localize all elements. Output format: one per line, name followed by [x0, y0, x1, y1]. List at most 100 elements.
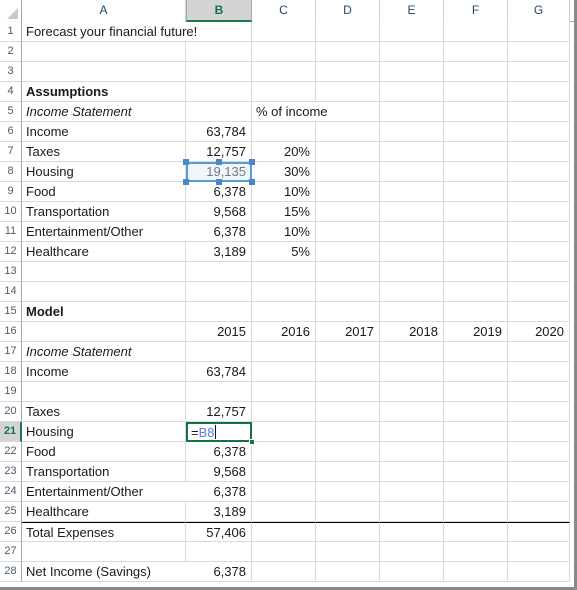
cell-B19[interactable] — [186, 382, 252, 402]
cell-G17[interactable] — [508, 342, 570, 362]
cell-A14[interactable] — [22, 282, 186, 302]
cell-E19[interactable] — [380, 382, 444, 402]
cell-G22[interactable] — [508, 442, 570, 462]
cell-B25[interactable]: 3,189 — [186, 502, 252, 522]
cell-B4[interactable] — [186, 82, 252, 102]
cell-F6[interactable] — [444, 122, 508, 142]
cell-C16[interactable]: 2016 — [252, 322, 316, 342]
cell-E16[interactable]: 2018 — [380, 322, 444, 342]
cell-F14[interactable] — [444, 282, 508, 302]
cell-E5[interactable] — [380, 102, 444, 122]
row-header-10[interactable]: 10 — [0, 202, 22, 222]
cell-D1[interactable] — [316, 22, 380, 42]
selection-handle-bottom-center[interactable] — [216, 179, 222, 185]
cell-C10[interactable]: 15% — [252, 202, 316, 222]
cell-D24[interactable] — [316, 482, 380, 502]
cell-G8[interactable] — [508, 162, 570, 182]
cell-E6[interactable] — [380, 122, 444, 142]
cell-F7[interactable] — [444, 142, 508, 162]
cell-F4[interactable] — [444, 82, 508, 102]
cell-B6[interactable]: 63,784 — [186, 122, 252, 142]
cell-F2[interactable] — [444, 42, 508, 62]
cell-B23[interactable]: 9,568 — [186, 462, 252, 482]
cell-E8[interactable] — [380, 162, 444, 182]
row-header-24[interactable]: 24 — [0, 482, 22, 502]
row-header-2[interactable]: 2 — [0, 42, 22, 62]
cell-C1[interactable] — [252, 22, 316, 42]
row-header-22[interactable]: 22 — [0, 442, 22, 462]
cell-D21[interactable] — [316, 422, 380, 442]
row-header-5[interactable]: 5 — [0, 102, 22, 122]
cell-E12[interactable] — [380, 242, 444, 262]
cell-G24[interactable] — [508, 482, 570, 502]
cell-E21[interactable] — [380, 422, 444, 442]
column-header-e[interactable]: E — [380, 0, 444, 22]
row-header-18[interactable]: 18 — [0, 362, 22, 382]
cell-C3[interactable] — [252, 62, 316, 82]
row-header-7[interactable]: 7 — [0, 142, 22, 162]
cell-E4[interactable] — [380, 82, 444, 102]
cell-D2[interactable] — [316, 42, 380, 62]
cell-D16[interactable]: 2017 — [316, 322, 380, 342]
cell-C13[interactable] — [252, 262, 316, 282]
selection-handle-top-center[interactable] — [216, 159, 222, 165]
cell-G1[interactable] — [508, 22, 570, 42]
cell-A19[interactable] — [22, 382, 186, 402]
cell-G4[interactable] — [508, 82, 570, 102]
cell-C21[interactable] — [252, 422, 316, 442]
cell-D7[interactable] — [316, 142, 380, 162]
cell-C2[interactable] — [252, 42, 316, 62]
cell-F5[interactable] — [444, 102, 508, 122]
row-header-9[interactable]: 9 — [0, 182, 22, 202]
cell-F23[interactable] — [444, 462, 508, 482]
cell-C6[interactable] — [252, 122, 316, 142]
cell-A17[interactable]: Income Statement — [22, 342, 186, 362]
cell-C25[interactable] — [252, 502, 316, 522]
cell-A26[interactable]: Total Expenses — [22, 522, 186, 542]
cell-E26[interactable] — [380, 522, 444, 542]
cell-C11[interactable]: 10% — [252, 222, 316, 242]
formula-edit-cell-B21[interactable]: =B8 — [186, 422, 252, 442]
row-header-20[interactable]: 20 — [0, 402, 22, 422]
cell-C9[interactable]: 10% — [252, 182, 316, 202]
cell-F22[interactable] — [444, 442, 508, 462]
cell-G7[interactable] — [508, 142, 570, 162]
cell-F3[interactable] — [444, 62, 508, 82]
cell-A9[interactable]: Food — [22, 182, 186, 202]
cell-G19[interactable] — [508, 382, 570, 402]
cell-A2[interactable] — [22, 42, 186, 62]
cell-G12[interactable] — [508, 242, 570, 262]
cell-F10[interactable] — [444, 202, 508, 222]
cell-G15[interactable] — [508, 302, 570, 322]
cell-F8[interactable] — [444, 162, 508, 182]
cell-D12[interactable] — [316, 242, 380, 262]
cell-A4[interactable]: Assumptions — [22, 82, 186, 102]
cell-B14[interactable] — [186, 282, 252, 302]
row-header-25[interactable]: 25 — [0, 502, 22, 522]
row-header-15[interactable]: 15 — [0, 302, 22, 322]
cell-A3[interactable] — [22, 62, 186, 82]
cell-G21[interactable] — [508, 422, 570, 442]
cell-G18[interactable] — [508, 362, 570, 382]
cell-G6[interactable] — [508, 122, 570, 142]
cell-G5[interactable] — [508, 102, 570, 122]
column-header-d[interactable]: D — [316, 0, 380, 22]
cell-D15[interactable] — [316, 302, 380, 322]
cell-C5[interactable]: % of income — [252, 102, 328, 122]
row-header-26[interactable]: 26 — [0, 522, 22, 542]
cell-A16[interactable] — [22, 322, 186, 342]
cell-E7[interactable] — [380, 142, 444, 162]
cell-A21[interactable]: Housing — [22, 422, 186, 442]
cell-B24[interactable]: 6,378 — [186, 482, 252, 502]
cell-C23[interactable] — [252, 462, 316, 482]
cell-D26[interactable] — [316, 522, 380, 542]
cell-B18[interactable]: 63,784 — [186, 362, 252, 382]
cell-D25[interactable] — [316, 502, 380, 522]
cell-B9[interactable]: 6,378 — [186, 182, 252, 202]
cell-G9[interactable] — [508, 182, 570, 202]
cell-C27[interactable] — [252, 542, 316, 562]
cell-A22[interactable]: Food — [22, 442, 186, 462]
cell-E11[interactable] — [380, 222, 444, 242]
cell-G23[interactable] — [508, 462, 570, 482]
cell-E13[interactable] — [380, 262, 444, 282]
